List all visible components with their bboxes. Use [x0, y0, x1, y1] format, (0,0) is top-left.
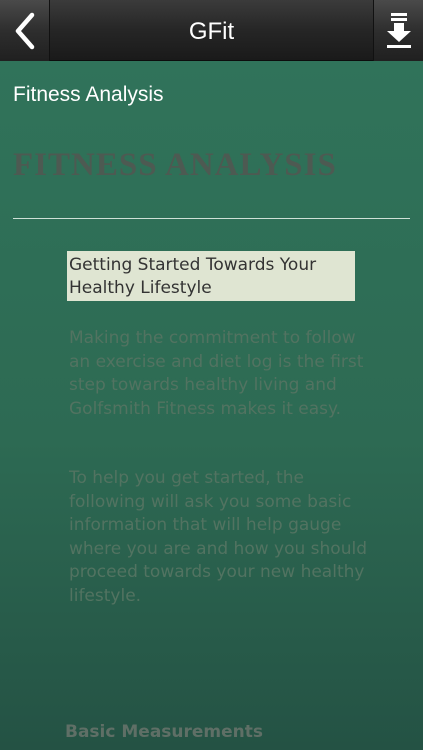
highlighted-title-line-1: Getting Started Towards Your	[69, 255, 317, 275]
download-button[interactable]	[373, 0, 423, 61]
intro-paragraph: Making the commitment to follow an exerc…	[69, 328, 364, 419]
instructions-paragraph: To help you get started, the following w…	[69, 468, 367, 606]
section-label: Fitness Analysis	[13, 83, 164, 106]
divider	[13, 218, 410, 219]
highlighted-title-line-2: Healthy Lifestyle	[69, 278, 212, 298]
page-heading: FITNESS ANALYSIS	[13, 147, 337, 183]
basic-measurements-heading: Basic Measurements	[65, 722, 264, 742]
main-content: Fitness Analysis FITNESS ANALYSIS Gettin…	[0, 61, 423, 750]
back-button[interactable]	[0, 0, 50, 61]
chevron-left-icon	[15, 12, 34, 49]
highlighted-title: Getting Started Towards Your Healthy Lif…	[67, 251, 355, 301]
download-icon	[386, 12, 411, 48]
app-title: GFit	[188, 18, 235, 45]
navigation-bar: GFit	[0, 0, 423, 61]
